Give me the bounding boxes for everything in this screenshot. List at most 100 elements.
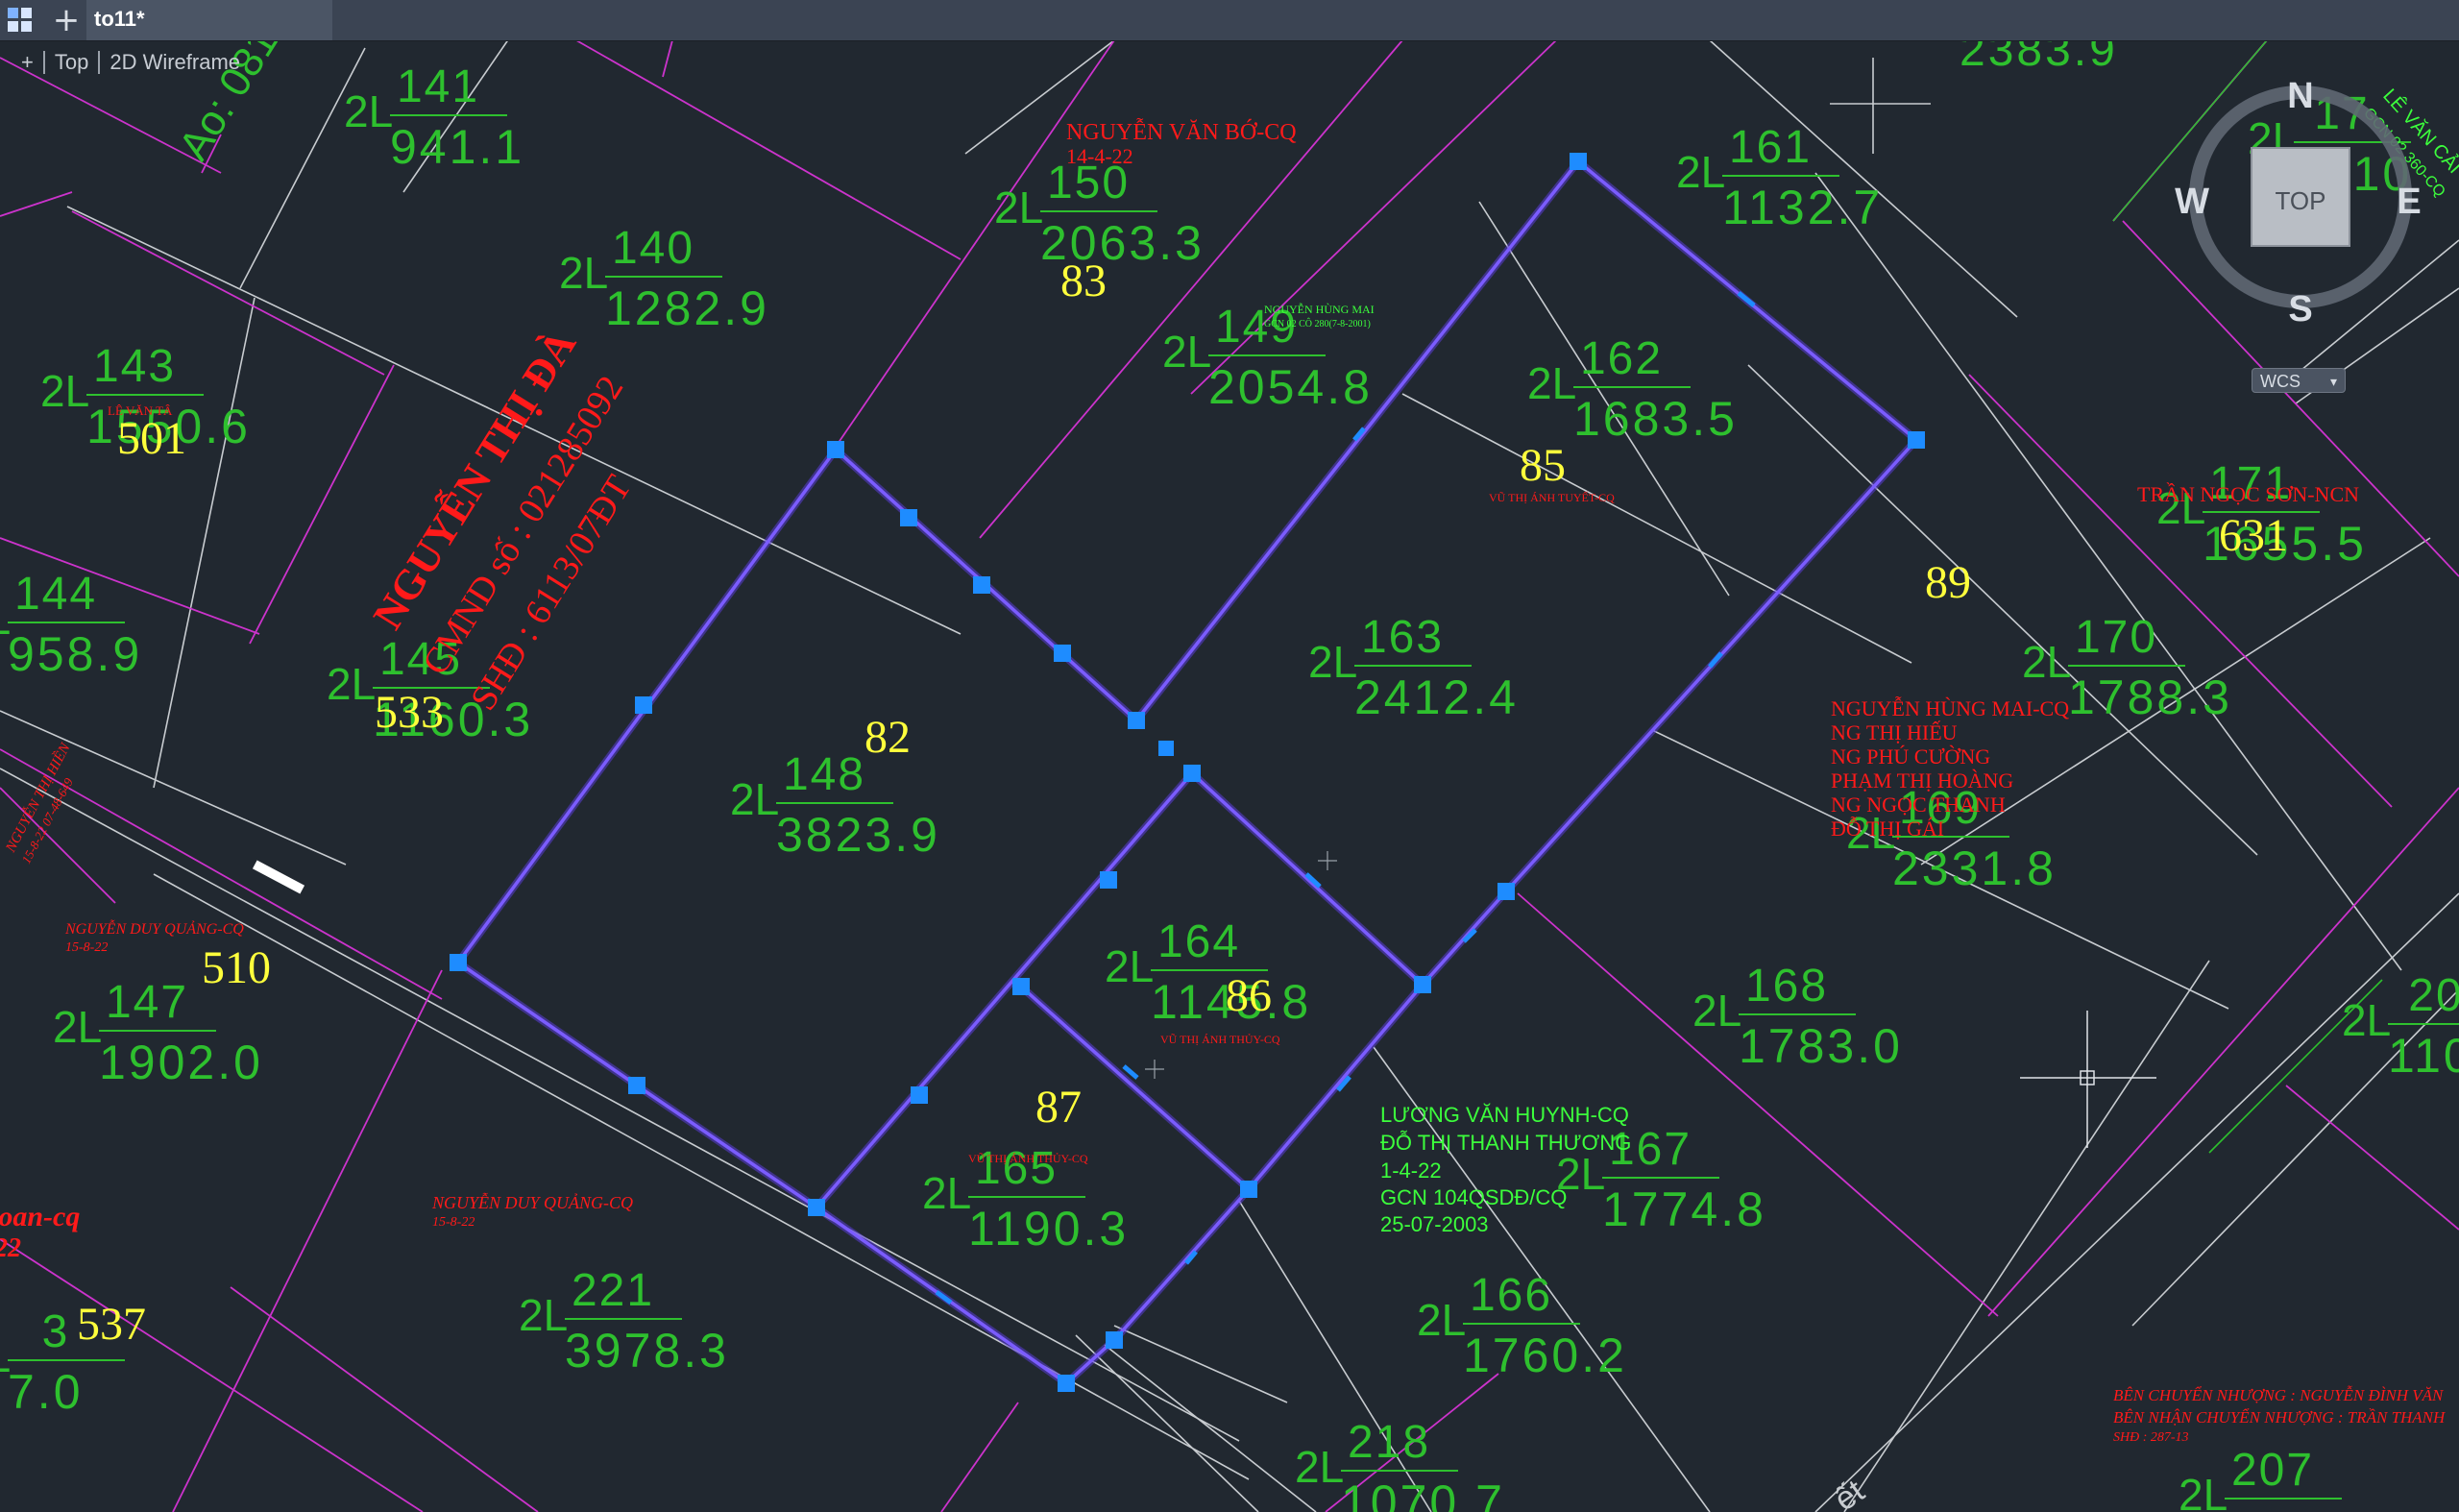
white-marker: [252, 860, 305, 894]
parcel-area: 7.0: [8, 1365, 84, 1419]
ucs-label: WCS: [2260, 372, 2301, 391]
parcel-prefix: 2L: [1692, 986, 1741, 1036]
viewport-menu-button[interactable]: +: [21, 50, 34, 75]
parcel-id: 20: [2408, 970, 2459, 1021]
compass-east[interactable]: E: [2397, 182, 2421, 222]
owner-text: 15-8-22: [432, 1215, 475, 1230]
block-number: 631: [2219, 510, 2288, 561]
owner-text: GCN 104QSDĐ/CQ: [1380, 1185, 1567, 1209]
owner-text: NGUYỄN HÙNG MAI: [1264, 302, 1375, 316]
parcel-area: 1783.0: [1739, 1019, 1903, 1073]
parcel-area: 3978.3: [565, 1324, 729, 1378]
divider: [42, 51, 45, 74]
owner-text: ĐỖ THỊ THANH THƯƠNG: [1380, 1130, 1631, 1155]
parcel-area: 958.9: [8, 627, 142, 681]
parcel-id: 165: [975, 1143, 1058, 1194]
parcel-label: 2L 1641145.8: [1105, 916, 1308, 1029]
block-number: 501: [117, 413, 186, 464]
block-number: 89: [1925, 557, 1971, 608]
block-number: 86: [1226, 970, 1272, 1021]
parcel-label: 2L 218 1070.7: [1295, 1417, 1505, 1512]
drawing-canvas[interactable]: 2L 141941.12L 1502063.32L 1611132.72L 140128…: [0, 0, 2459, 1512]
boundary-lines: [0, 39, 2459, 1512]
parcel-prefix: 2L: [730, 774, 779, 824]
parcel-id: 168: [1745, 961, 1828, 1012]
parcel-prefix: 2L: [519, 1290, 568, 1340]
block-number: 87: [1035, 1082, 1082, 1133]
parcel-prefix: 2L: [922, 1168, 971, 1218]
owner-text: GCN 02 CÔ 280(7-8-2001): [1264, 318, 1371, 329]
compass-west[interactable]: W: [2175, 182, 2209, 222]
parcel-label: 2L 207: [2179, 1445, 2342, 1512]
parcel-id: 162: [1580, 333, 1663, 384]
parcel-area: 1282.9: [605, 281, 769, 335]
viewcube[interactable]: TOP N S E W: [2175, 76, 2422, 329]
block-number: 537: [77, 1299, 146, 1350]
owner-text: 1-4-22: [1380, 1158, 1442, 1183]
parcel-label: 2L 161 1132.7: [1676, 122, 1883, 234]
chevron-down-icon: ▾: [2329, 374, 2337, 389]
owner-text: NGUYỄN DUY QUẢNG-CQ: [431, 1192, 633, 1212]
visual-style-control[interactable]: 2D Wireframe: [110, 50, 240, 75]
parcel-area: 1683.5: [1573, 392, 1738, 446]
parcel-area: 1788.3: [2068, 671, 2232, 724]
parcel-area: 1902.0: [99, 1036, 263, 1089]
parcel-area: 1132.7: [1722, 181, 1883, 234]
owner-text: NG PHÚ CƯỜNG: [1831, 744, 1990, 768]
compass-south[interactable]: S: [2288, 289, 2312, 329]
parcel-area: 2331.8: [1892, 841, 2057, 895]
owner-text: 25-07-2003: [1380, 1212, 1489, 1236]
parcel-label: 2L 162 1683.5: [1527, 333, 1738, 446]
parcel-label: 2L 140 1282.9: [559, 223, 769, 335]
grid-menu-icon[interactable]: [0, 0, 40, 40]
owner-text: 14-4-22: [1066, 144, 1133, 168]
owner-text: loan-cq: [0, 1201, 80, 1232]
parcel-prefix: 2L: [2022, 637, 2071, 687]
parcel-prefix: 2L: [1105, 941, 1154, 991]
document-tab[interactable]: to11*: [86, 0, 332, 40]
parcel-area: 1774.8: [1602, 1183, 1766, 1236]
owner-text: ết: [1828, 1473, 1871, 1512]
owner-text: NGUYỄN HÙNG MAI-CQ: [1831, 696, 2069, 720]
block-number: 510: [202, 942, 271, 993]
parcel-prefix: 2L: [1527, 358, 1576, 408]
parcel-label: 2L 1502063.3: [994, 158, 1202, 270]
block-number: 533: [375, 687, 444, 738]
parcel-area: 941.1: [390, 120, 524, 174]
parcel-label: 2L 147 1902.0: [53, 977, 263, 1089]
parcel-id: 148: [783, 749, 865, 800]
parcel-id: 143: [93, 341, 176, 392]
owner-text: NGUYỄN VĂN BỚ-CQ: [1066, 119, 1297, 145]
parcel-id: 147: [106, 977, 188, 1028]
parcel-area: 1190.3: [968, 1202, 1129, 1256]
parcel-prefix: 2L: [327, 659, 376, 709]
parcel-prefix: 2L: [1308, 637, 1357, 687]
parcel-lines: [0, 37, 2459, 1512]
parcel-area: 1070.7: [1341, 1475, 1505, 1512]
owner-text: SHĐ : 287-13: [2113, 1430, 2189, 1445]
compass-north[interactable]: N: [2287, 76, 2313, 116]
parcel-prefix: 2L: [994, 183, 1043, 232]
parcel-prefix: 2L: [344, 86, 393, 136]
plus-icon[interactable]: +: [48, 3, 85, 37]
block-number: 82: [864, 712, 911, 763]
parcel-id: 140: [612, 223, 694, 274]
viewcube-face[interactable]: TOP: [2276, 186, 2326, 215]
autocad-window: 2L 141 941.1 2L 150 2063.3 2L 161 1132.7 2L 140 128…: [0, 0, 2459, 1512]
view-control[interactable]: Top: [55, 50, 88, 75]
parcel-prefix: 2L: [1417, 1295, 1466, 1345]
owner-text: 15-8-22: [65, 940, 108, 955]
parcel-prefix: 2L: [1295, 1442, 1344, 1492]
owner-text: VŨ THỊ ÁNH THỦY-CQ: [968, 1152, 1088, 1165]
parcel-area: 1760.2: [1463, 1329, 1627, 1382]
owner-text: ĐỖ THỊ GÁI: [1831, 817, 1944, 841]
owner-text: 22: [0, 1233, 21, 1263]
parcel-id: 166: [1470, 1270, 1552, 1321]
parcel-prefix: 2L: [559, 248, 608, 298]
owner-text: PHẠM THỊ HOÀNG: [1831, 768, 2013, 793]
parcel-id: 170: [2075, 612, 2157, 663]
parcel-id: 141: [397, 61, 479, 112]
parcel-area: 2054.8: [1208, 360, 1373, 414]
ucs-dropdown[interactable]: WCS ▾: [2252, 368, 2346, 393]
parcel-label: 2L 168 1783.0: [1692, 961, 1903, 1073]
